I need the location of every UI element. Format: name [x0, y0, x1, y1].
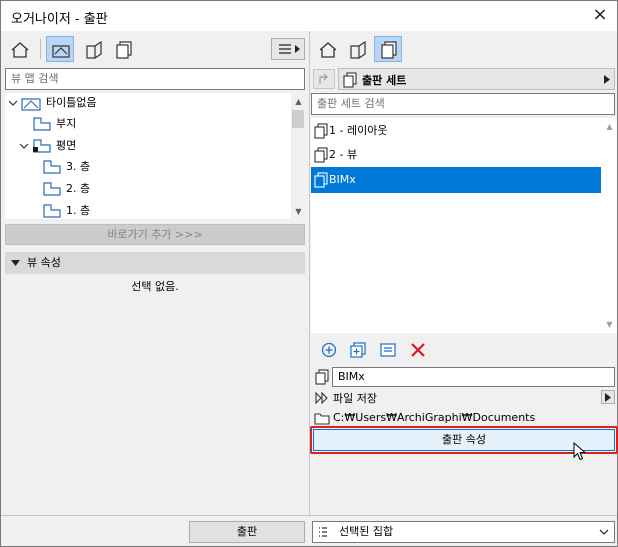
tree-item-site[interactable]: 부지 — [5, 114, 291, 134]
publisher-set-list: 1 - 레이아웃 2 - 뷰 BIMx ▲ ▼ — [311, 118, 617, 333]
list-item-label: 1 - 레이아웃 — [329, 124, 388, 137]
publish-properties-button[interactable]: 출판 속성 — [313, 429, 615, 451]
publisher-set-search-input[interactable]: 출판 세트 검색 — [311, 93, 615, 115]
tree-item-story-2[interactable]: 2. 층 — [5, 179, 291, 199]
publisher-sets-icon[interactable] — [374, 36, 402, 62]
panel-menu-button[interactable] — [271, 38, 305, 60]
publisher-set-item-icon — [315, 369, 329, 385]
view-map-icon[interactable] — [46, 36, 74, 62]
scroll-thumb[interactable] — [292, 110, 304, 128]
format-options-button[interactable] — [601, 390, 615, 404]
publish-button[interactable]: 출판 — [189, 521, 305, 543]
tree-item-floor-plans[interactable]: 평면 — [5, 136, 291, 156]
project-map-icon[interactable] — [313, 36, 341, 62]
view-map-search-input[interactable]: 뷰 맵 검색 — [5, 68, 305, 90]
tree-item-label: 2. 층 — [66, 182, 91, 195]
tree-item-label: 타이틀없음 — [46, 96, 97, 109]
organizer-window: 오거나이저 - 출판 × 뷰 맵 검색 타이틀없음 부지 평면 3. 층 2. … — [0, 0, 618, 547]
scroll-up-icon[interactable]: ▲ — [601, 118, 617, 135]
publisher-set-label: 출판 세트 — [362, 74, 407, 87]
publish-format-icon — [315, 392, 328, 404]
list-item-bimx[interactable]: BIMx — [311, 167, 601, 193]
list-item-view[interactable]: 2 - 뷰 — [311, 142, 601, 168]
scroll-down-icon[interactable]: ▼ — [601, 316, 617, 333]
view-map-tree: 타이틀없음 부지 평면 3. 층 2. 층 1. 층 ▲ ▼ — [5, 93, 305, 219]
save-path-text[interactable]: C:₩Users₩ArchiGraphi₩Documents — [333, 411, 535, 424]
folder-icon — [314, 413, 330, 425]
delete-icon[interactable] — [408, 340, 428, 360]
view-properties-header[interactable]: 뷰 속성 — [5, 252, 305, 274]
layout-book-icon[interactable] — [343, 36, 371, 62]
close-icon[interactable]: × — [589, 5, 611, 27]
tree-item-label: 부지 — [56, 117, 77, 130]
list-scrollbar[interactable]: ▲ ▼ — [601, 118, 617, 333]
tree-item-label: 1. 층 — [66, 204, 91, 217]
mouse-cursor-icon — [573, 442, 587, 461]
footer-divider — [1, 515, 617, 516]
publisher-set-dropdown[interactable]: 출판 세트 — [338, 68, 615, 90]
publish-scope-value: 선택된 집합 — [339, 525, 394, 538]
list-scope-icon — [319, 527, 327, 537]
duplicate-icon[interactable] — [348, 340, 368, 360]
scroll-down-icon[interactable]: ▼ — [290, 203, 305, 219]
chevron-down-icon — [599, 529, 609, 535]
view-properties-label: 뷰 속성 — [27, 256, 61, 269]
project-map-icon[interactable] — [5, 36, 33, 62]
tree-item-label: 3. 층 — [66, 160, 91, 173]
add-shortcut-button[interactable]: 바로가기 추가 >>> — [5, 224, 305, 245]
set-name-input[interactable]: BIMx — [332, 367, 615, 387]
tree-item-untitled[interactable]: 타이틀없음 — [5, 93, 291, 113]
list-item-layout[interactable]: 1 - 레이아웃 — [311, 118, 601, 144]
settings-list-icon[interactable] — [378, 340, 398, 360]
title-bar: 오거나이저 - 출판 × — [1, 1, 617, 31]
window-title: 오거나이저 - 출판 — [11, 12, 108, 27]
layout-book-icon[interactable] — [79, 36, 107, 62]
up-level-icon[interactable] — [313, 69, 335, 89]
tree-item-story-3[interactable]: 3. 층 — [5, 157, 291, 177]
publisher-sets-icon[interactable] — [109, 36, 137, 62]
toolbar-separator — [40, 39, 41, 59]
add-plus-icon[interactable] — [319, 340, 339, 360]
tree-scrollbar[interactable]: ▲ ▼ — [291, 93, 305, 219]
save-file-label: 파일 저장 — [333, 392, 377, 405]
tree-item-story-1[interactable]: 1. 층 — [5, 201, 291, 219]
publish-scope-select[interactable]: 선택된 집합 — [312, 521, 615, 543]
scroll-up-icon[interactable]: ▲ — [290, 93, 305, 110]
list-item-label: 2 - 뷰 — [329, 148, 358, 161]
no-selection-text: 선택 없음. — [131, 280, 179, 293]
tree-item-label: 평면 — [56, 139, 77, 152]
list-item-label: BIMx — [329, 173, 356, 186]
